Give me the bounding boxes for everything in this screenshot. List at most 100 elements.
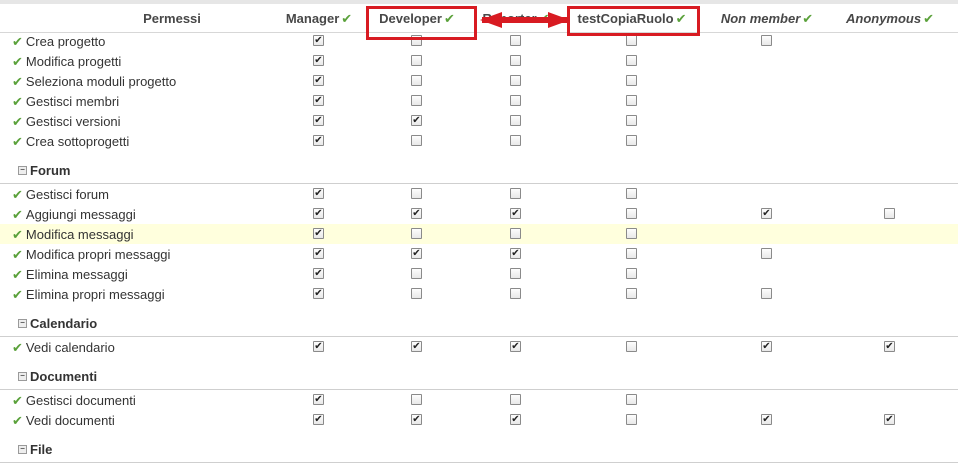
permission-checkbox[interactable]: [411, 394, 422, 405]
permission-checkbox[interactable]: ✔: [313, 188, 324, 199]
check-icon[interactable]: ✔: [12, 187, 23, 202]
check-icon[interactable]: ✔: [802, 11, 813, 26]
check-icon[interactable]: ✔: [12, 393, 23, 408]
permission-checkbox[interactable]: [510, 188, 521, 199]
check-icon[interactable]: ✔: [12, 227, 23, 242]
permission-checkbox[interactable]: ✔: [313, 55, 324, 66]
permission-checkbox[interactable]: [626, 95, 637, 106]
collapse-icon[interactable]: −: [18, 319, 27, 328]
check-icon[interactable]: ✔: [12, 74, 23, 89]
check-icon[interactable]: ✔: [12, 413, 23, 428]
check-icon[interactable]: ✔: [444, 11, 455, 26]
check-icon[interactable]: ✔: [12, 267, 23, 282]
permission-checkbox[interactable]: [626, 248, 637, 259]
permission-checkbox[interactable]: [411, 55, 422, 66]
permission-checkbox[interactable]: [761, 288, 772, 299]
permission-checkbox[interactable]: ✔: [411, 115, 422, 126]
permission-checkbox[interactable]: [411, 288, 422, 299]
permission-checkbox[interactable]: ✔: [313, 115, 324, 126]
permission-checkbox[interactable]: ✔: [313, 135, 324, 146]
collapse-icon[interactable]: −: [18, 445, 27, 454]
check-icon[interactable]: ✔: [12, 134, 23, 149]
permission-checkbox[interactable]: [626, 55, 637, 66]
permission-checkbox[interactable]: ✔: [761, 208, 772, 219]
permission-checkbox[interactable]: [626, 394, 637, 405]
permission-checkbox[interactable]: ✔: [510, 208, 521, 219]
permission-checkbox[interactable]: [510, 268, 521, 279]
permission-checkbox[interactable]: [510, 228, 521, 239]
group-title[interactable]: − Calendario: [18, 316, 97, 331]
permission-checkbox[interactable]: ✔: [313, 208, 324, 219]
permission-checkbox[interactable]: ✔: [510, 248, 521, 259]
permission-checkbox[interactable]: [510, 75, 521, 86]
permission-checkbox[interactable]: [761, 248, 772, 259]
permission-checkbox[interactable]: ✔: [411, 208, 422, 219]
check-icon[interactable]: ✔: [12, 94, 23, 109]
permission-checkbox[interactable]: [411, 268, 422, 279]
permission-checkbox[interactable]: ✔: [884, 414, 895, 425]
permission-checkbox[interactable]: [510, 35, 521, 46]
permission-checkbox[interactable]: [510, 95, 521, 106]
permission-checkbox[interactable]: ✔: [510, 414, 521, 425]
collapse-icon[interactable]: −: [18, 372, 27, 381]
permission-checkbox[interactable]: [411, 228, 422, 239]
permission-checkbox[interactable]: ✔: [313, 341, 324, 352]
group-title[interactable]: − Forum: [18, 163, 70, 178]
permission-checkbox[interactable]: ✔: [510, 341, 521, 352]
permission-checkbox[interactable]: [510, 55, 521, 66]
permission-checkbox[interactable]: ✔: [313, 228, 324, 239]
role-header-developer[interactable]: Developer ✔: [379, 11, 455, 27]
permission-checkbox[interactable]: ✔: [411, 248, 422, 259]
role-header-non-member[interactable]: Non member ✔: [721, 11, 813, 27]
permission-checkbox[interactable]: [626, 75, 637, 86]
permission-checkbox[interactable]: [626, 268, 637, 279]
permission-checkbox[interactable]: [510, 115, 521, 126]
check-icon[interactable]: ✔: [12, 114, 23, 129]
check-icon[interactable]: ✔: [12, 247, 23, 262]
permission-checkbox[interactable]: [510, 394, 521, 405]
permission-checkbox[interactable]: [884, 208, 895, 219]
permission-checkbox[interactable]: ✔: [313, 414, 324, 425]
permission-checkbox[interactable]: ✔: [313, 268, 324, 279]
permission-checkbox[interactable]: ✔: [761, 341, 772, 352]
permission-checkbox[interactable]: [626, 35, 637, 46]
permission-checkbox[interactable]: [626, 208, 637, 219]
check-icon[interactable]: ✔: [12, 340, 23, 355]
check-icon[interactable]: ✔: [341, 11, 352, 26]
permission-checkbox[interactable]: [411, 188, 422, 199]
permission-checkbox[interactable]: ✔: [313, 288, 324, 299]
permission-checkbox[interactable]: [626, 115, 637, 126]
permission-checkbox[interactable]: [510, 135, 521, 146]
role-header-testcopiaruolo[interactable]: testCopiaRuolo ✔: [578, 11, 687, 27]
permission-checkbox[interactable]: ✔: [313, 35, 324, 46]
collapse-icon[interactable]: −: [18, 166, 27, 175]
permission-checkbox[interactable]: ✔: [411, 341, 422, 352]
permission-checkbox[interactable]: [411, 35, 422, 46]
check-icon[interactable]: ✔: [12, 34, 23, 49]
group-title[interactable]: − Documenti: [18, 369, 97, 384]
permission-checkbox[interactable]: [626, 341, 637, 352]
check-icon[interactable]: ✔: [12, 207, 23, 222]
permission-checkbox[interactable]: ✔: [313, 95, 324, 106]
permission-checkbox[interactable]: [626, 135, 637, 146]
permission-checkbox[interactable]: [510, 288, 521, 299]
permission-checkbox[interactable]: [411, 75, 422, 86]
check-icon[interactable]: ✔: [676, 11, 687, 26]
permission-checkbox[interactable]: [761, 35, 772, 46]
role-header-anonymous[interactable]: Anonymous ✔: [846, 11, 934, 27]
permission-checkbox[interactable]: ✔: [411, 414, 422, 425]
permission-checkbox[interactable]: ✔: [313, 248, 324, 259]
group-title[interactable]: − File: [18, 442, 52, 457]
permission-checkbox[interactable]: ✔: [313, 394, 324, 405]
check-icon[interactable]: ✔: [12, 287, 23, 302]
permission-checkbox[interactable]: ✔: [313, 75, 324, 86]
permission-checkbox[interactable]: ✔: [884, 341, 895, 352]
permission-checkbox[interactable]: [626, 414, 637, 425]
check-icon[interactable]: ✔: [539, 11, 550, 26]
permission-checkbox[interactable]: [411, 95, 422, 106]
permission-checkbox[interactable]: [626, 228, 637, 239]
check-icon[interactable]: ✔: [12, 54, 23, 69]
permission-checkbox[interactable]: [626, 288, 637, 299]
role-header-manager[interactable]: Manager ✔: [286, 11, 352, 27]
permission-checkbox[interactable]: [626, 188, 637, 199]
